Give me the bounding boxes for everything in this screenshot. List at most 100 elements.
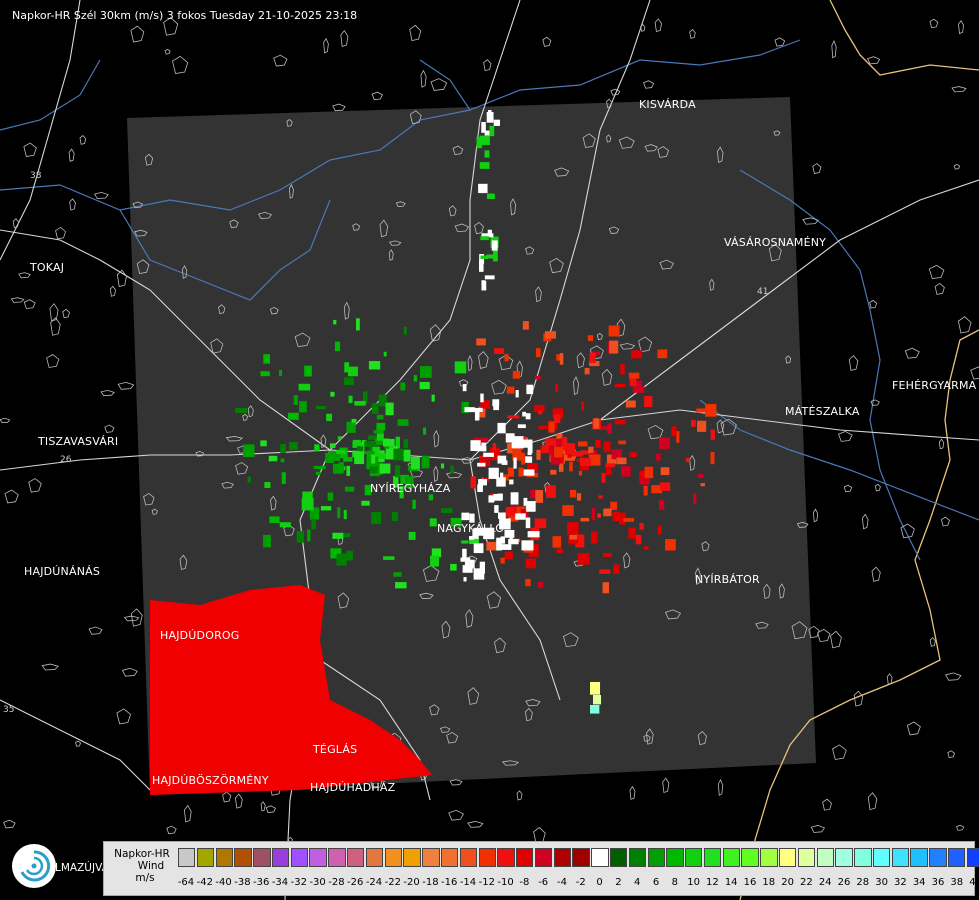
city-hajduboszormeny: HAJDÚBÖSZÖRMÉNY	[152, 774, 269, 787]
wind-echo	[609, 340, 619, 354]
wind-echo	[562, 505, 574, 516]
legend-tick-label: -42	[196, 877, 213, 888]
wind-echo	[556, 548, 563, 554]
legend-swatch	[271, 848, 290, 867]
wind-echo	[536, 449, 541, 460]
wind-echo	[338, 462, 344, 472]
wind-echo	[526, 384, 534, 395]
wind-echo	[421, 455, 430, 469]
legend-tick-label: -22	[384, 877, 401, 888]
legend-swatch	[948, 848, 966, 867]
wind-echo	[567, 522, 579, 535]
legend-tick-label: 34	[912, 877, 926, 888]
wind-echo	[332, 532, 344, 539]
legend-ticks: -64 -42 -40 -38 -36 -34 -32 -30 -28 -26 -24 -22 -20-…	[178, 877, 979, 891]
wind-echo	[486, 541, 498, 551]
wind-echo	[481, 437, 489, 442]
legend-tick-label: 8	[671, 877, 678, 888]
wind-echo	[296, 530, 305, 543]
legend-swatch	[215, 848, 233, 867]
wind-echo	[548, 421, 555, 433]
wind-echo	[504, 551, 513, 560]
wind-echo	[657, 525, 662, 535]
wind-echo	[343, 457, 353, 462]
wind-echo	[376, 422, 386, 431]
legend-line-2: Wind	[137, 860, 165, 872]
wind-echo	[620, 466, 631, 477]
legend-tick-label: -40	[215, 877, 232, 888]
wind-echo	[506, 386, 515, 394]
wind-echo	[605, 463, 615, 468]
wind-echo	[315, 406, 326, 410]
wind-echo	[268, 455, 278, 462]
wind-echo	[594, 439, 601, 449]
legend-swatch	[816, 848, 834, 867]
wind-echo	[581, 401, 585, 411]
legend-tick-label: -34	[271, 877, 289, 888]
wind-echo	[554, 414, 561, 423]
wind-echo	[344, 486, 355, 492]
wind-echo	[598, 495, 603, 499]
road-number-26: 26	[60, 455, 72, 465]
wind-echo	[461, 540, 469, 544]
wind-echo	[635, 534, 642, 545]
wind-echo	[483, 452, 495, 457]
wind-echo	[364, 451, 375, 455]
wind-echo	[538, 410, 543, 415]
wind-echo	[356, 318, 360, 331]
legend-tick-label: -36	[253, 877, 270, 888]
wind-echo	[587, 335, 594, 342]
wind-echo	[397, 419, 409, 426]
wind-echo	[599, 569, 611, 575]
wind-echo	[330, 391, 335, 397]
wind-echo	[440, 463, 445, 469]
legend-swatch	[779, 848, 797, 867]
wind-echo	[364, 440, 377, 447]
wind-echo	[378, 394, 387, 407]
legend-tick-label: -24	[365, 877, 383, 888]
legend-tick-label: 24	[818, 877, 832, 888]
wind-echo	[351, 418, 357, 423]
wind-echo	[354, 401, 366, 406]
legend-swatch	[178, 848, 196, 867]
wind-echo	[500, 557, 505, 564]
city-vasarosnameny: VÁSÁROSNAMÉNY	[724, 236, 827, 249]
wind-echo	[327, 492, 334, 501]
wind-echo	[371, 512, 382, 525]
wind-echo	[473, 543, 484, 554]
legend-swatch	[797, 848, 816, 867]
city-fehergyarmat: FEHÉRGYARMA	[892, 379, 977, 392]
legend-tick-label: 6	[652, 877, 660, 888]
wind-echo	[523, 469, 535, 476]
wind-echo	[657, 349, 668, 359]
wind-echo	[535, 348, 541, 358]
wind-echo	[507, 415, 520, 419]
wind-echo	[665, 539, 676, 551]
wind-echo	[281, 472, 286, 484]
wind-echo	[526, 501, 536, 512]
legend-swatch	[347, 848, 365, 867]
wind-echo	[522, 411, 527, 417]
road-number-41: 41	[757, 287, 768, 297]
wind-echo	[497, 512, 506, 519]
legend-swatch	[440, 848, 459, 867]
wind-echo	[288, 441, 298, 451]
wind-echo	[493, 119, 500, 126]
wind-echo	[357, 446, 364, 451]
wind-echo	[325, 452, 335, 463]
legend-tick-label: -18	[422, 877, 439, 888]
wind-echo	[293, 395, 298, 406]
wind-echo	[481, 280, 486, 284]
city-hajdunanas: HAJDÚNÁNÁS	[24, 565, 101, 578]
legend-tick-label: -28	[328, 877, 345, 888]
legend-tick-label: -26	[347, 877, 364, 888]
legend-tick-label: 4	[634, 877, 641, 888]
legend-tick-label: -30	[309, 877, 326, 888]
wind-echo	[280, 458, 285, 463]
legend-swatch	[534, 848, 553, 867]
wind-echo	[616, 457, 627, 465]
wind-echo	[505, 433, 515, 443]
wind-echo	[393, 572, 402, 577]
wind-echo	[479, 259, 484, 272]
wind-echo	[602, 552, 612, 557]
